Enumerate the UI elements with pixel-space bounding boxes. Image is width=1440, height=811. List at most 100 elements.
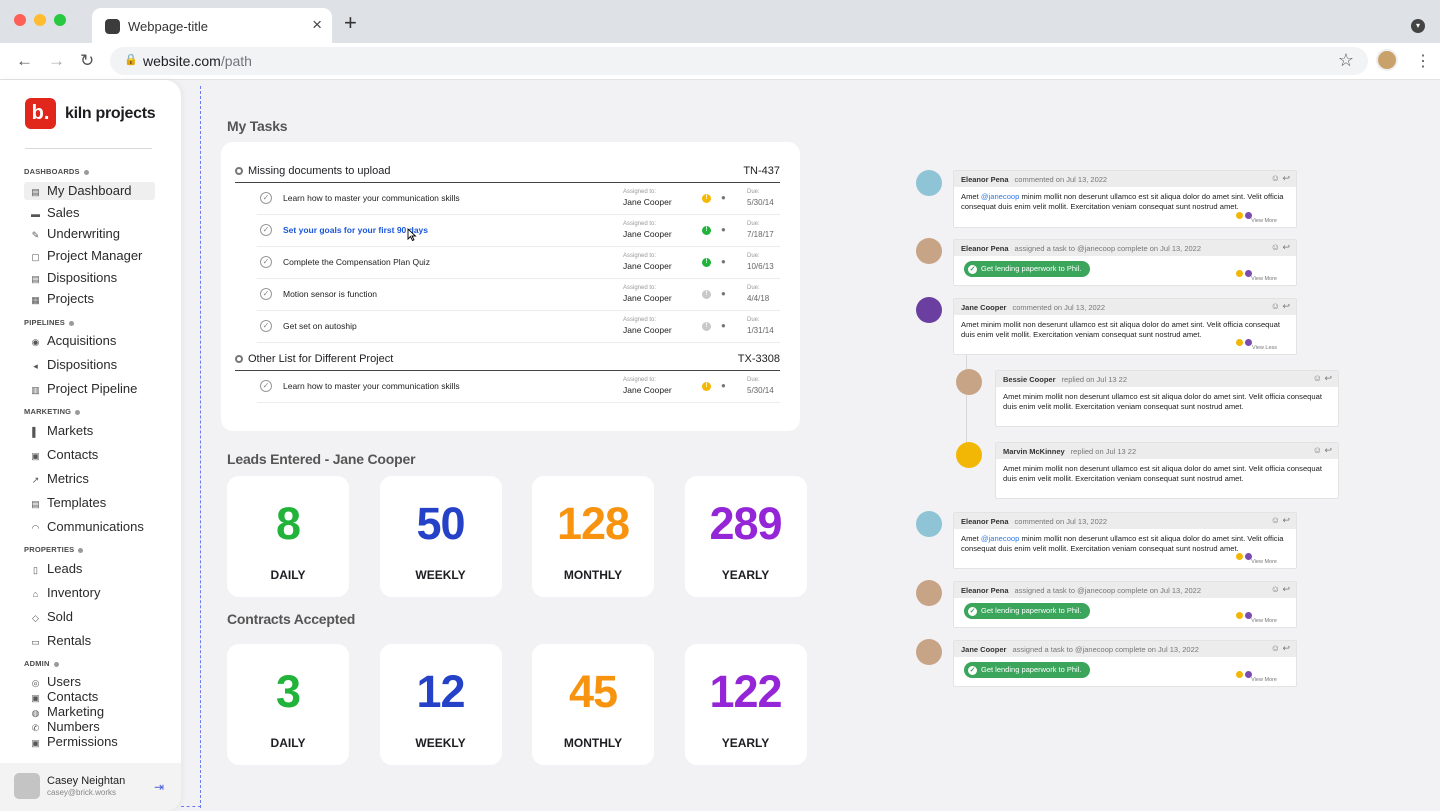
comment-author[interactable]: Jane Cooper (961, 645, 1006, 654)
sidebar-item-templates[interactable]: ▤ Templates (24, 494, 155, 512)
comment-author[interactable]: Eleanor Pena (961, 244, 1009, 253)
browser-menu-icon[interactable]: ⋮ (1415, 51, 1431, 71)
task-name[interactable]: Learn how to master your communication s… (283, 381, 460, 391)
task-pill[interactable]: ✓ Get lending paperwork to Phil. (964, 261, 1091, 277)
task-checkbox[interactable]: ✓ (260, 192, 272, 204)
comment-icon[interactable]: ● (721, 289, 726, 298)
comment-author[interactable]: Bessie Cooper (1003, 375, 1056, 384)
sidebar-item-my-dashboard[interactable]: ▤ My Dashboard (24, 182, 155, 200)
emoji-icon[interactable]: ☺ (1271, 643, 1283, 653)
browser-tab[interactable]: Webpage-title × (92, 8, 332, 44)
task-checkbox[interactable]: ✓ (260, 288, 272, 300)
task-row[interactable]: ✓ Learn how to master your communication … (257, 183, 780, 215)
sidebar-item-admin-contacts[interactable]: ▣ Contacts (24, 689, 155, 704)
task-group-header[interactable]: Other List for Different Project TX-3308 (235, 350, 780, 371)
maximize-window-button[interactable] (54, 14, 66, 26)
tab-search-icon[interactable]: ▾ (1411, 19, 1425, 33)
avatar[interactable] (956, 369, 982, 395)
sidebar-item-leads[interactable]: ▯ Leads (24, 560, 155, 578)
task-row[interactable]: ✓ Complete the Compensation Plan Quiz Assi… (257, 247, 780, 279)
sidebar-item-permissions[interactable]: ▣ Permissions (24, 734, 155, 749)
mention-link[interactable]: @janecoop (981, 192, 1020, 201)
reply-icon[interactable]: ↩ (1324, 445, 1332, 455)
close-window-button[interactable] (14, 14, 26, 26)
emoji-icon[interactable]: ☺ (1313, 373, 1325, 383)
task-name[interactable]: Motion sensor is function (283, 289, 377, 299)
emoji-icon[interactable]: ☺ (1271, 173, 1283, 183)
task-group-header[interactable]: Missing documents to upload TN-437 (235, 162, 780, 183)
view-more-link[interactable]: View Less (1252, 345, 1277, 351)
task-checkbox[interactable]: ✓ (260, 380, 272, 392)
task-row[interactable]: ✓ Motion sensor is function Assigned to: Ja… (257, 279, 780, 311)
back-icon[interactable]: ← (16, 51, 33, 71)
sidebar-item-numbers[interactable]: ✆ Numbers (24, 719, 155, 734)
sidebar-item-projects[interactable]: ▦ Projects (24, 290, 155, 308)
sidebar-item-communications[interactable]: ◠ Communications (24, 518, 155, 536)
avatar[interactable] (916, 580, 942, 606)
task-name[interactable]: Learn how to master your communication s… (283, 193, 460, 203)
avatar[interactable] (956, 442, 982, 468)
reply-icon[interactable]: ↩ (1324, 373, 1332, 383)
mention-link[interactable]: @janecoop (981, 534, 1020, 543)
reply-icon[interactable]: ↩ (1282, 301, 1290, 311)
view-more-link[interactable]: View More (1251, 618, 1277, 624)
url-bar[interactable]: 🔒 website.com/path ☆ (110, 47, 1368, 75)
avatar[interactable] (916, 170, 942, 196)
task-pill[interactable]: ✓ Get lending paperwork to Phil. (964, 603, 1091, 619)
reply-icon[interactable]: ↩ (1282, 643, 1290, 653)
task-row[interactable]: ✓ Get set on autoship Assigned to: Jane Coo… (257, 311, 780, 343)
reload-icon[interactable]: ↻ (80, 51, 94, 71)
task-pill[interactable]: ✓ Get lending paperwork to Phil. (964, 662, 1091, 678)
sidebar-item-underwriting[interactable]: ✎ Underwriting (24, 225, 155, 243)
task-row[interactable]: ✓ Learn how to master your communication … (257, 371, 780, 403)
user-profile[interactable]: Casey Neightan casey@brick.works ⇥ (0, 763, 181, 811)
sidebar-item-inventory[interactable]: ⌂ Inventory (24, 584, 155, 602)
comment-icon[interactable]: ● (721, 321, 726, 330)
sidebar-item-project-pipeline[interactable]: ▥ Project Pipeline (24, 380, 155, 398)
view-more-link[interactable]: View More (1251, 677, 1277, 683)
avatar[interactable] (916, 639, 942, 665)
comment-icon[interactable]: ● (721, 381, 726, 390)
collapse-icon[interactable] (235, 167, 243, 175)
comment-author[interactable]: Jane Cooper (961, 303, 1006, 312)
task-name[interactable]: Complete the Compensation Plan Quiz (283, 257, 430, 267)
emoji-icon[interactable]: ☺ (1313, 445, 1325, 455)
view-more-link[interactable]: View More (1251, 218, 1277, 224)
view-more-link[interactable]: View More (1251, 276, 1277, 282)
collapse-icon[interactable] (235, 355, 243, 363)
emoji-icon[interactable]: ☺ (1271, 301, 1283, 311)
comment-author[interactable]: Marvin McKinney (1003, 447, 1065, 456)
emoji-icon[interactable]: ☺ (1271, 584, 1283, 594)
sidebar-item-dispositions[interactable]: ▤ Dispositions (24, 269, 155, 287)
sidebar-item-sold[interactable]: ◇ Sold (24, 608, 155, 626)
comment-author[interactable]: Eleanor Pena (961, 175, 1009, 184)
reply-icon[interactable]: ↩ (1282, 584, 1290, 594)
task-checkbox[interactable]: ✓ (260, 224, 272, 236)
task-name[interactable]: Get set on autoship (283, 321, 357, 331)
minimize-window-button[interactable] (34, 14, 46, 26)
sidebar-item-pipeline-dispositions[interactable]: ◂ Dispositions (24, 356, 155, 374)
sidebar-item-contacts[interactable]: ▣ Contacts (24, 446, 155, 464)
emoji-icon[interactable]: ☺ (1271, 515, 1283, 525)
sidebar-item-markets[interactable]: ▌ Markets (24, 422, 155, 440)
comment-icon[interactable]: ● (721, 257, 726, 266)
sidebar-item-admin-marketing[interactable]: ◍ Marketing (24, 704, 155, 719)
reply-icon[interactable]: ↩ (1282, 515, 1290, 525)
task-checkbox[interactable]: ✓ (260, 256, 272, 268)
task-row[interactable]: ✓ Set your goals for your first 90 days As… (257, 215, 780, 247)
view-more-link[interactable]: View More (1251, 559, 1277, 565)
sidebar-item-rentals[interactable]: ▭ Rentals (24, 632, 155, 650)
avatar[interactable] (916, 297, 942, 323)
task-checkbox[interactable]: ✓ (260, 320, 272, 332)
sidebar-item-sales[interactable]: ▬ Sales (24, 204, 155, 222)
logout-icon[interactable]: ⇥ (154, 780, 164, 794)
bookmark-star-icon[interactable]: ☆ (1338, 50, 1354, 71)
brand-logo[interactable]: b. (25, 98, 56, 129)
comment-icon[interactable]: ● (721, 193, 726, 202)
sidebar-item-users[interactable]: ◎ Users (24, 674, 155, 689)
reply-icon[interactable]: ↩ (1282, 242, 1290, 252)
emoji-icon[interactable]: ☺ (1271, 242, 1283, 252)
close-tab-icon[interactable]: × (312, 15, 322, 35)
comment-author[interactable]: Eleanor Pena (961, 586, 1009, 595)
sidebar-item-metrics[interactable]: ↗ Metrics (24, 470, 155, 488)
